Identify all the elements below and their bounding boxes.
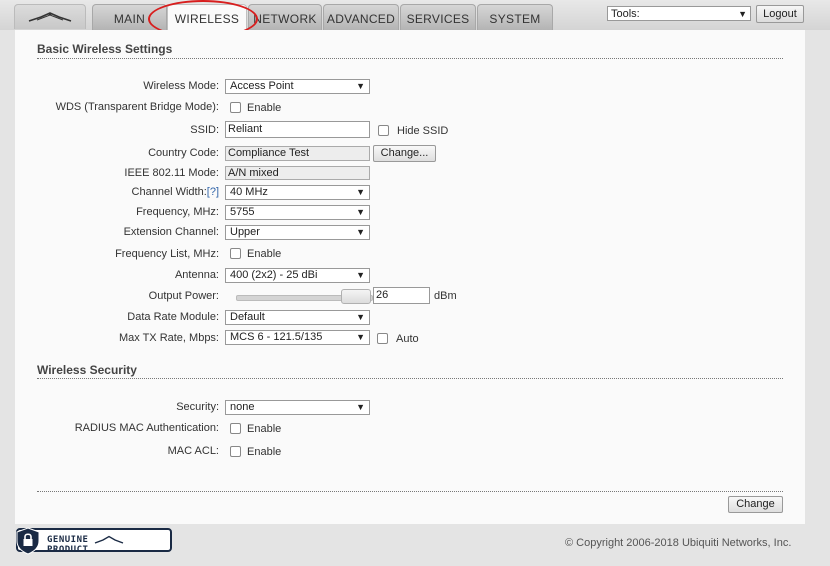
- mac-acl-label: MAC ACL:: [167, 445, 219, 457]
- genuine-text: GENUINE: [47, 535, 89, 545]
- mac-acl-enable-label: Enable: [247, 446, 282, 458]
- genuine-product-text: GENUINE PRODUCT: [47, 535, 170, 555]
- frequency-list-enable-label: Enable: [247, 248, 282, 260]
- frequency-label: Frequency, MHz:: [136, 206, 219, 218]
- ieee-mode-field: A/N mixed: [225, 166, 370, 180]
- frequency-value: 5755: [230, 206, 255, 218]
- ssid-input[interactable]: Reliant: [225, 121, 370, 138]
- antenna-value: 400 (2x2) - 25 dBi: [230, 269, 318, 281]
- top-nav-bar: MAIN WIRELESS NETWORK ADVANCED SERVICES …: [0, 0, 830, 31]
- copyright-text: © Copyright 2006-2018 Ubiquiti Networks,…: [565, 537, 792, 549]
- chevron-down-icon: ▼: [356, 332, 365, 342]
- wds-checkbox[interactable]: [230, 102, 241, 113]
- chevron-down-icon: ▼: [356, 227, 365, 237]
- channel-width-help-link[interactable]: [?]: [207, 186, 219, 198]
- extension-channel-value: Upper: [230, 226, 260, 238]
- ssid-label: SSID:: [190, 124, 219, 136]
- output-power-input[interactable]: 26: [373, 287, 430, 304]
- wireless-mode-value: Access Point: [230, 80, 294, 92]
- ieee-mode-label: IEEE 802.11 Mode:: [124, 167, 219, 179]
- tab-wireless[interactable]: WIRELESS: [167, 4, 247, 31]
- security-label: Security:: [176, 401, 219, 413]
- ubiquiti-logo-icon[interactable]: [14, 4, 86, 29]
- lock-shield-icon: [16, 527, 40, 555]
- chevron-down-icon: ▼: [356, 402, 365, 412]
- tools-dropdown[interactable]: Tools: ▼: [607, 6, 751, 21]
- chevron-down-icon: ▼: [356, 81, 365, 91]
- tab-network[interactable]: NETWORK: [248, 4, 322, 30]
- security-value: none: [230, 401, 255, 413]
- data-rate-module-value: Default: [230, 311, 265, 323]
- channel-width-value: 40 MHz: [230, 186, 268, 198]
- channel-width-select[interactable]: 40 MHz ▼: [225, 185, 370, 200]
- tools-value: Tools:: [611, 8, 640, 20]
- chevron-down-icon: ▼: [356, 207, 365, 217]
- channel-width-label-text: Channel Width:: [131, 186, 207, 198]
- genuine-product-badge: GENUINE PRODUCT: [16, 527, 172, 555]
- country-code-field: Compliance Test: [225, 146, 370, 161]
- output-power-unit: dBm: [434, 290, 457, 302]
- data-rate-module-select[interactable]: Default ▼: [225, 310, 370, 325]
- radius-mac-auth-label: RADIUS MAC Authentication:: [74, 422, 219, 434]
- max-tx-rate-label: Max TX Rate, Mbps:: [118, 332, 219, 344]
- wds-label: WDS (Transparent Bridge Mode):: [55, 101, 219, 113]
- mac-acl-checkbox[interactable]: [230, 446, 241, 457]
- wireless-mode-label: Wireless Mode:: [143, 80, 219, 92]
- country-change-button[interactable]: Change...: [373, 145, 436, 162]
- frequency-list-label: Frequency List, MHz:: [115, 248, 219, 260]
- divider: [37, 491, 783, 492]
- wireless-mode-select[interactable]: Access Point ▼: [225, 79, 370, 94]
- ubiquiti-logo-icon: [95, 535, 124, 544]
- logout-button[interactable]: Logout: [756, 5, 804, 23]
- channel-width-label: Channel Width:[?]: [132, 186, 219, 198]
- country-code-label: Country Code:: [148, 147, 219, 159]
- chevron-down-icon: ▼: [356, 312, 365, 322]
- antenna-label: Antenna:: [174, 269, 219, 281]
- chevron-down-icon: ▼: [356, 270, 365, 280]
- change-button[interactable]: Change: [728, 496, 783, 513]
- product-text: PRODUCT: [47, 545, 89, 555]
- hide-ssid-label: Hide SSID: [397, 125, 449, 137]
- max-tx-auto-checkbox[interactable]: [377, 333, 388, 344]
- tab-services[interactable]: SERVICES: [400, 4, 476, 30]
- antenna-select[interactable]: 400 (2x2) - 25 dBi ▼: [225, 268, 370, 283]
- chevron-down-icon: ▼: [356, 187, 365, 197]
- security-select[interactable]: none ▼: [225, 400, 370, 415]
- hide-ssid-checkbox[interactable]: [378, 125, 389, 136]
- tab-main[interactable]: MAIN: [92, 4, 167, 30]
- max-tx-rate-select[interactable]: MCS 6 - 121.5/135 ▼: [225, 330, 370, 345]
- divider: [37, 58, 783, 59]
- extension-channel-label: Extension Channel:: [123, 226, 219, 238]
- radius-mac-auth-enable-label: Enable: [247, 423, 282, 435]
- frequency-select[interactable]: 5755 ▼: [225, 205, 370, 220]
- frequency-list-checkbox[interactable]: [230, 248, 241, 259]
- divider: [37, 378, 783, 379]
- output-power-slider-handle[interactable]: [341, 289, 371, 304]
- section-title-security: Wireless Security: [37, 363, 137, 377]
- tab-system[interactable]: SYSTEM: [477, 4, 553, 30]
- max-tx-auto-label: Auto: [396, 333, 419, 345]
- tab-advanced[interactable]: ADVANCED: [323, 4, 399, 30]
- section-title-basic: Basic Wireless Settings: [37, 42, 173, 56]
- output-power-label: Output Power:: [148, 290, 219, 302]
- max-tx-rate-value: MCS 6 - 121.5/135: [230, 331, 323, 343]
- wds-enable-label: Enable: [247, 102, 282, 114]
- extension-channel-select[interactable]: Upper ▼: [225, 225, 370, 240]
- radius-mac-auth-checkbox[interactable]: [230, 423, 241, 434]
- chevron-down-icon: ▼: [738, 9, 747, 19]
- data-rate-module-label: Data Rate Module:: [127, 311, 219, 323]
- main-panel: Basic Wireless Settings Wireless Mode: A…: [15, 30, 805, 524]
